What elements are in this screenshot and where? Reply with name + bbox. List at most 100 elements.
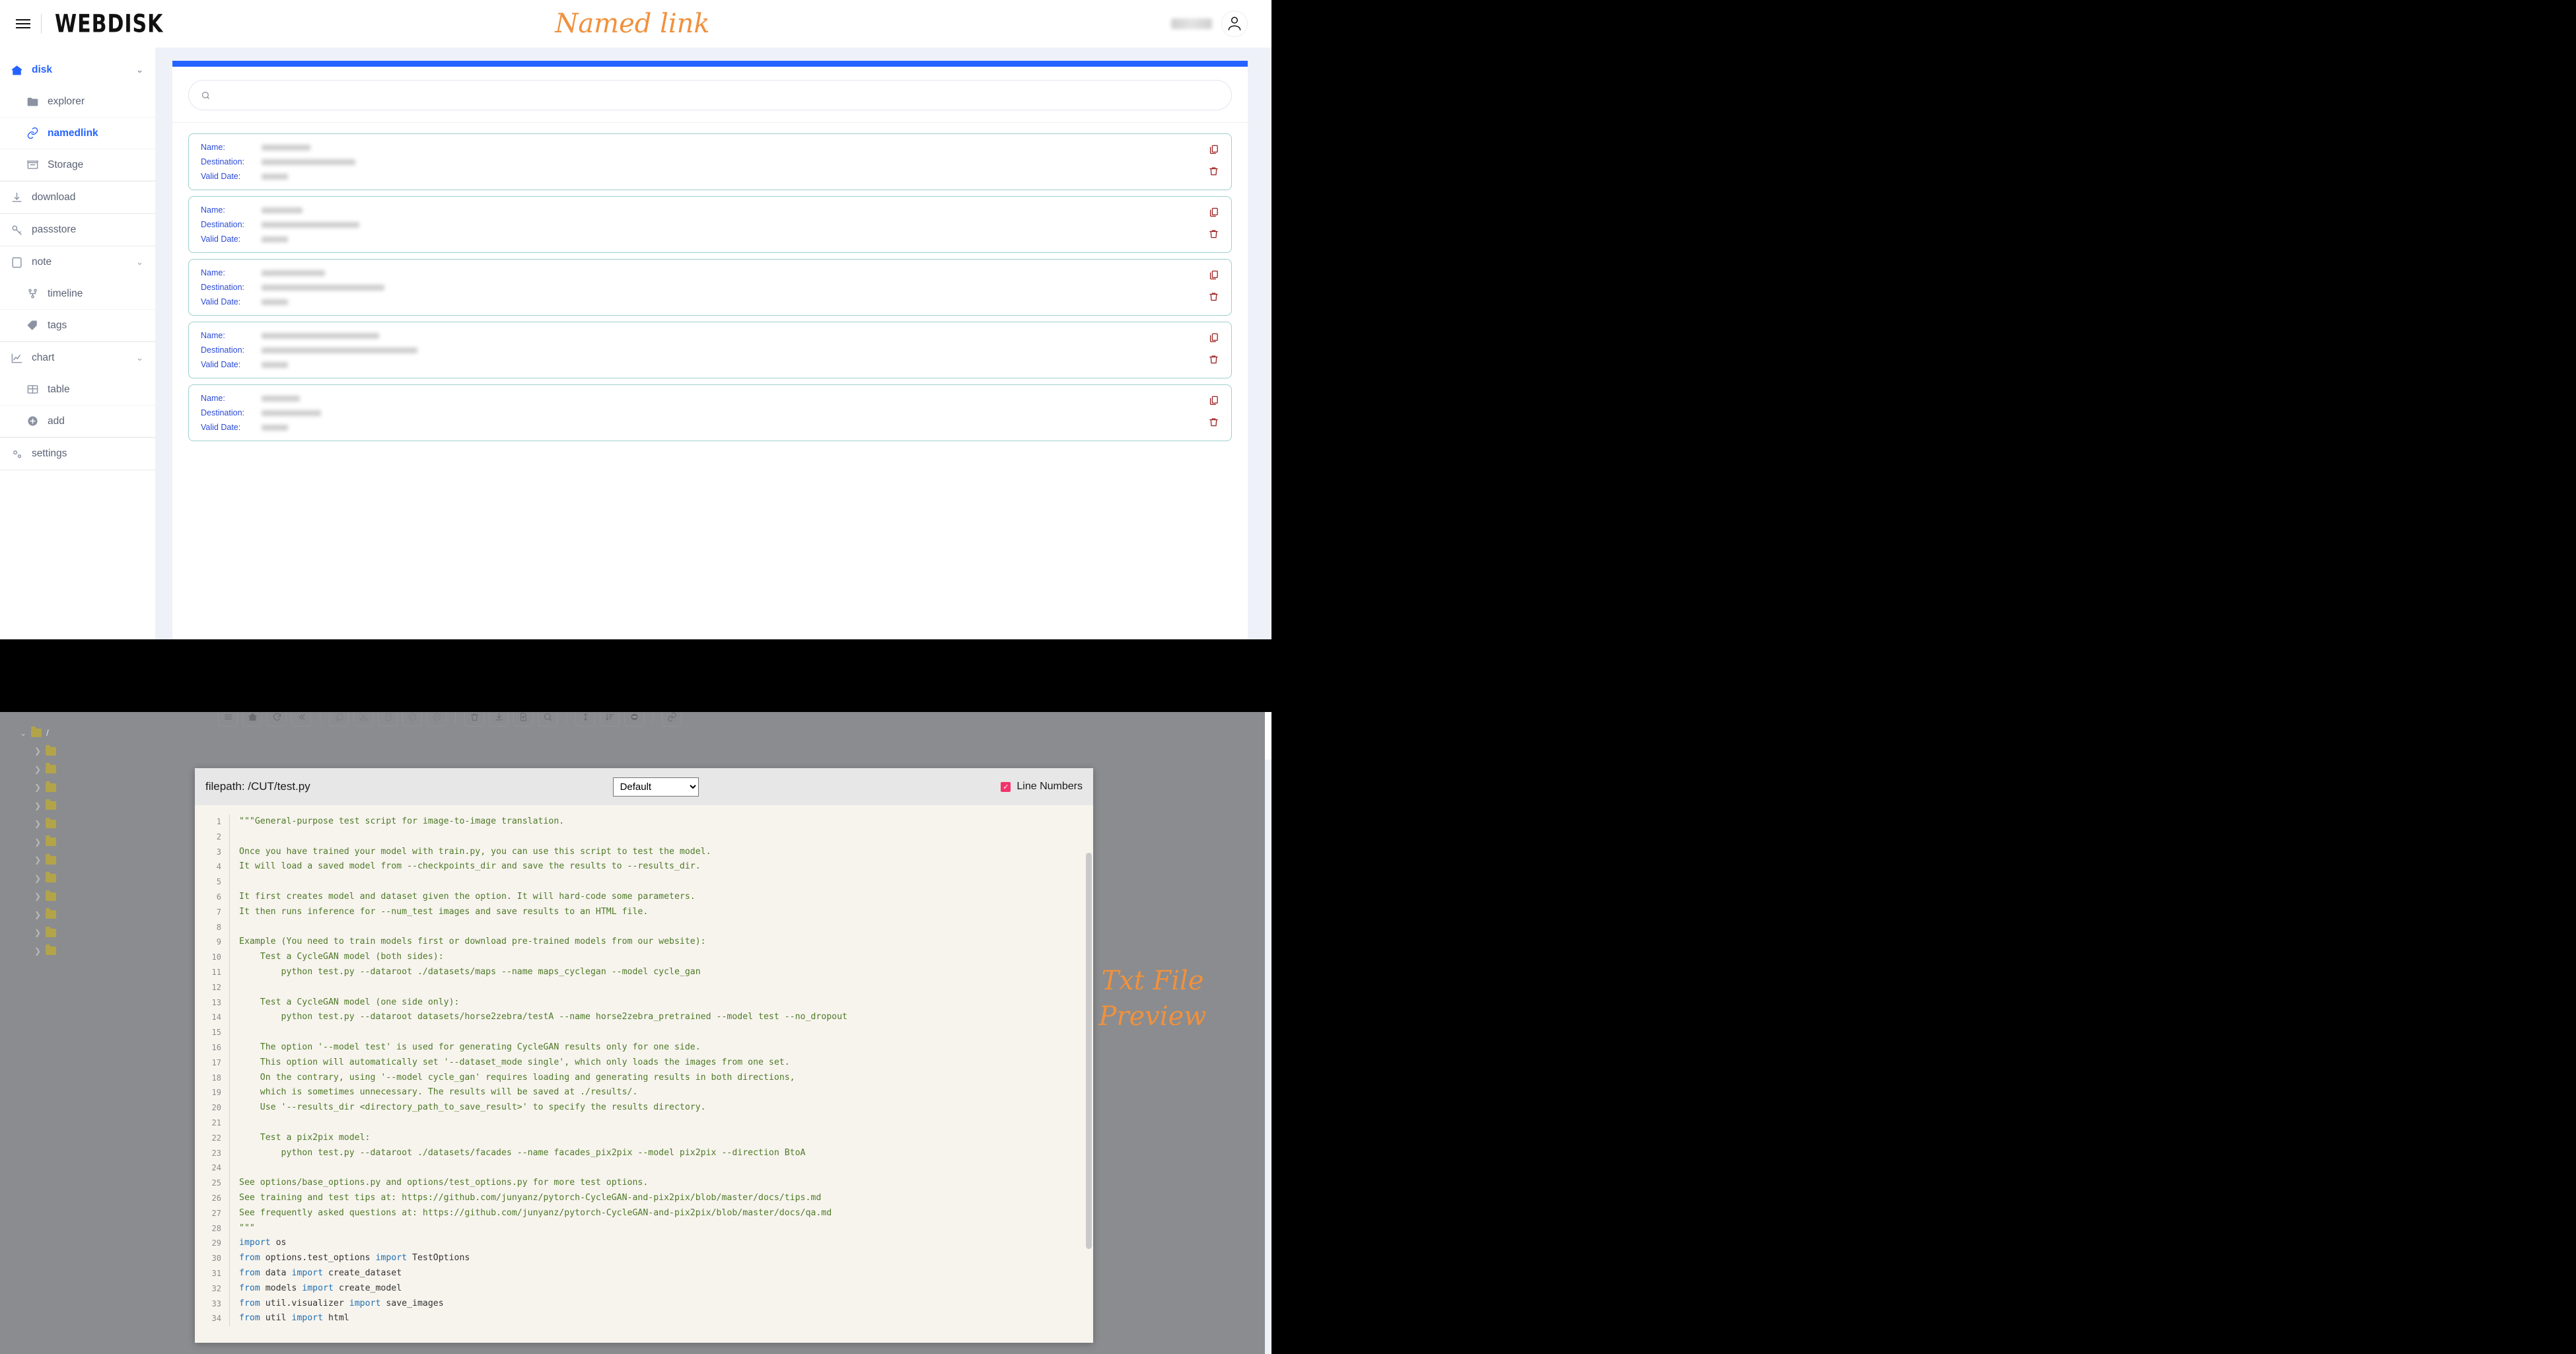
- checkbox-checked-icon[interactable]: ✓: [1001, 781, 1011, 792]
- gutter-divider: [229, 950, 230, 965]
- toolbar-search-button: [538, 712, 557, 727]
- code-line: 30 from options.test_options import TestO…: [195, 1251, 1093, 1266]
- namedlink-card[interactable]: Name: Destination: Valid Date:: [188, 259, 1232, 316]
- field-valid-date: Valid Date:: [201, 297, 384, 306]
- field-value-blurred: [262, 173, 288, 180]
- line-number: 33: [211, 1299, 221, 1308]
- avatar[interactable]: [1221, 11, 1248, 37]
- namedlink-card[interactable]: Name: Destination: Valid Date:: [188, 322, 1232, 378]
- card-actions: [1208, 268, 1219, 306]
- viewer-header: filepath: /CUT/test.py Default ✓ Line Nu…: [195, 768, 1093, 805]
- field-valid-date: Valid Date:: [201, 423, 321, 432]
- gutter-divider: [229, 980, 230, 995]
- table-icon: [25, 382, 40, 397]
- copy-icon[interactable]: [1208, 268, 1219, 285]
- sidebar-item-table[interactable]: table: [0, 374, 155, 406]
- accent-bar: [172, 61, 1248, 67]
- code-text: python test.py --dataroot datasets/horse…: [239, 1012, 847, 1022]
- code-line: 34 from util import html: [195, 1311, 1093, 1327]
- vertical-scrollbar[interactable]: [1086, 853, 1092, 1249]
- copy-icon[interactable]: [1208, 143, 1219, 159]
- copy-icon[interactable]: [1208, 394, 1219, 410]
- code-text: See frequently asked questions at: https…: [239, 1207, 832, 1218]
- home-icon: [9, 63, 24, 77]
- theme-select[interactable]: Default: [612, 777, 699, 797]
- search-input[interactable]: [217, 90, 1219, 100]
- delete-icon[interactable]: [1208, 290, 1219, 306]
- field-label: Name:: [201, 394, 225, 403]
- sidebar-item-explorer[interactable]: explorer: [0, 86, 155, 118]
- sidebar-item-label: explorer: [48, 95, 85, 107]
- tag-icon: [25, 318, 40, 333]
- sidebar-item-namedlink[interactable]: namedlink: [0, 118, 155, 149]
- chevron-down-icon[interactable]: ⌄: [136, 353, 143, 363]
- sidebar-item-label: chart: [32, 352, 55, 363]
- line-numbers-toggle[interactable]: ✓ Line Numbers: [1001, 781, 1083, 793]
- sidebar-item-chart[interactable]: chart ⌄: [0, 342, 155, 374]
- gutter-divider: [229, 1010, 230, 1026]
- copy-icon[interactable]: [1208, 331, 1219, 347]
- sidebar-item-add[interactable]: add: [0, 406, 155, 437]
- filepath-label: filepath: /CUT/test.py: [205, 780, 310, 793]
- sidebar-item-tags[interactable]: tags: [0, 310, 155, 341]
- line-number: 17: [211, 1057, 221, 1067]
- code-text: python test.py --dataroot ./datasets/fac…: [239, 1147, 806, 1158]
- hamburger-menu-icon[interactable]: [16, 19, 30, 28]
- namedlink-card[interactable]: Name: Destination: Valid Date:: [188, 133, 1232, 190]
- search-box[interactable]: [188, 80, 1232, 110]
- link-icon: [25, 126, 40, 141]
- sidebar-item-label: add: [48, 415, 65, 427]
- gutter-divider: [229, 1221, 230, 1236]
- field-value-blurred: [262, 361, 288, 368]
- code-line: 23 python test.py --dataroot ./datasets/…: [195, 1145, 1093, 1161]
- sidebar-item-passstore[interactable]: passstore: [0, 214, 155, 246]
- namedlink-card[interactable]: Name: Destination: Valid Date:: [188, 384, 1232, 441]
- sidebar-item-Storage[interactable]: Storage: [0, 149, 155, 181]
- line-number: 25: [211, 1178, 221, 1188]
- card-actions: [1208, 394, 1219, 432]
- sidebar-item-settings[interactable]: settings: [0, 438, 155, 470]
- sidebar-item-timeline[interactable]: timeline: [0, 278, 155, 310]
- code-area: 1 """General-purpose test script for imag…: [195, 805, 1093, 1343]
- field-value-blurred: [262, 347, 417, 353]
- code-line: 1 """General-purpose test script for imag…: [195, 814, 1093, 830]
- delete-icon[interactable]: [1208, 353, 1219, 369]
- gutter-divider: [229, 1055, 230, 1071]
- field-value-blurred: [262, 269, 325, 276]
- sidebar-group-download: download: [0, 182, 155, 214]
- sidebar-item-note[interactable]: note ⌄: [0, 246, 155, 278]
- delete-icon[interactable]: [1208, 164, 1219, 181]
- code-text: It first creates model and dataset given…: [239, 891, 696, 902]
- panel-namedlink: WEBDISK Named link disk ⌄ explorer namedlin…: [0, 0, 1265, 639]
- code-line: 15: [195, 1025, 1093, 1040]
- field-label: Destination:: [201, 345, 245, 355]
- delete-icon[interactable]: [1208, 415, 1219, 432]
- toolbar-back-button: [291, 712, 311, 727]
- chart-icon: [9, 351, 24, 365]
- gutter-divider: [229, 995, 230, 1011]
- line-number: 26: [211, 1193, 221, 1203]
- brand-logo: WEBDISK: [55, 9, 164, 38]
- toolbar-link-button: [662, 712, 682, 727]
- chevron-down-icon[interactable]: ⌄: [136, 65, 143, 75]
- sidebar-item-download[interactable]: download: [0, 182, 155, 213]
- tree-node: ❯: [20, 906, 57, 924]
- namedlink-shell: Name: Destination: Valid Date: Name: Destina…: [172, 61, 1248, 639]
- divider: [41, 14, 42, 34]
- delete-icon[interactable]: [1208, 227, 1219, 244]
- theme-select-wrap[interactable]: Default: [612, 777, 699, 797]
- folder-icon: [25, 94, 40, 109]
- sidebar-item-disk[interactable]: disk ⌄: [0, 54, 155, 86]
- field-label: Name:: [201, 268, 225, 277]
- gutter-divider: [229, 889, 230, 905]
- field-label: Name:: [201, 331, 225, 340]
- copy-icon[interactable]: [1208, 205, 1219, 222]
- chevron-down-icon[interactable]: ⌄: [136, 257, 143, 267]
- folder-icon: [46, 763, 57, 774]
- main-namedlink: Name: Destination: Valid Date: Name: Destina…: [155, 48, 1265, 639]
- panel-txt-preview: ⌄ / ❯ ❯ ❯ ❯ ❯ ❯ ❯ ❯ ❯ ❯ ❯ ❯ filepath: /CUT/test.py De…: [0, 712, 1265, 1354]
- sidebar-group-note: note ⌄ timeline tags: [0, 246, 155, 342]
- namedlink-card[interactable]: Name: Destination: Valid Date:: [188, 196, 1232, 253]
- text-file-viewer: filepath: /CUT/test.py Default ✓ Line Nu…: [195, 768, 1093, 1343]
- gutter-divider: [229, 814, 230, 830]
